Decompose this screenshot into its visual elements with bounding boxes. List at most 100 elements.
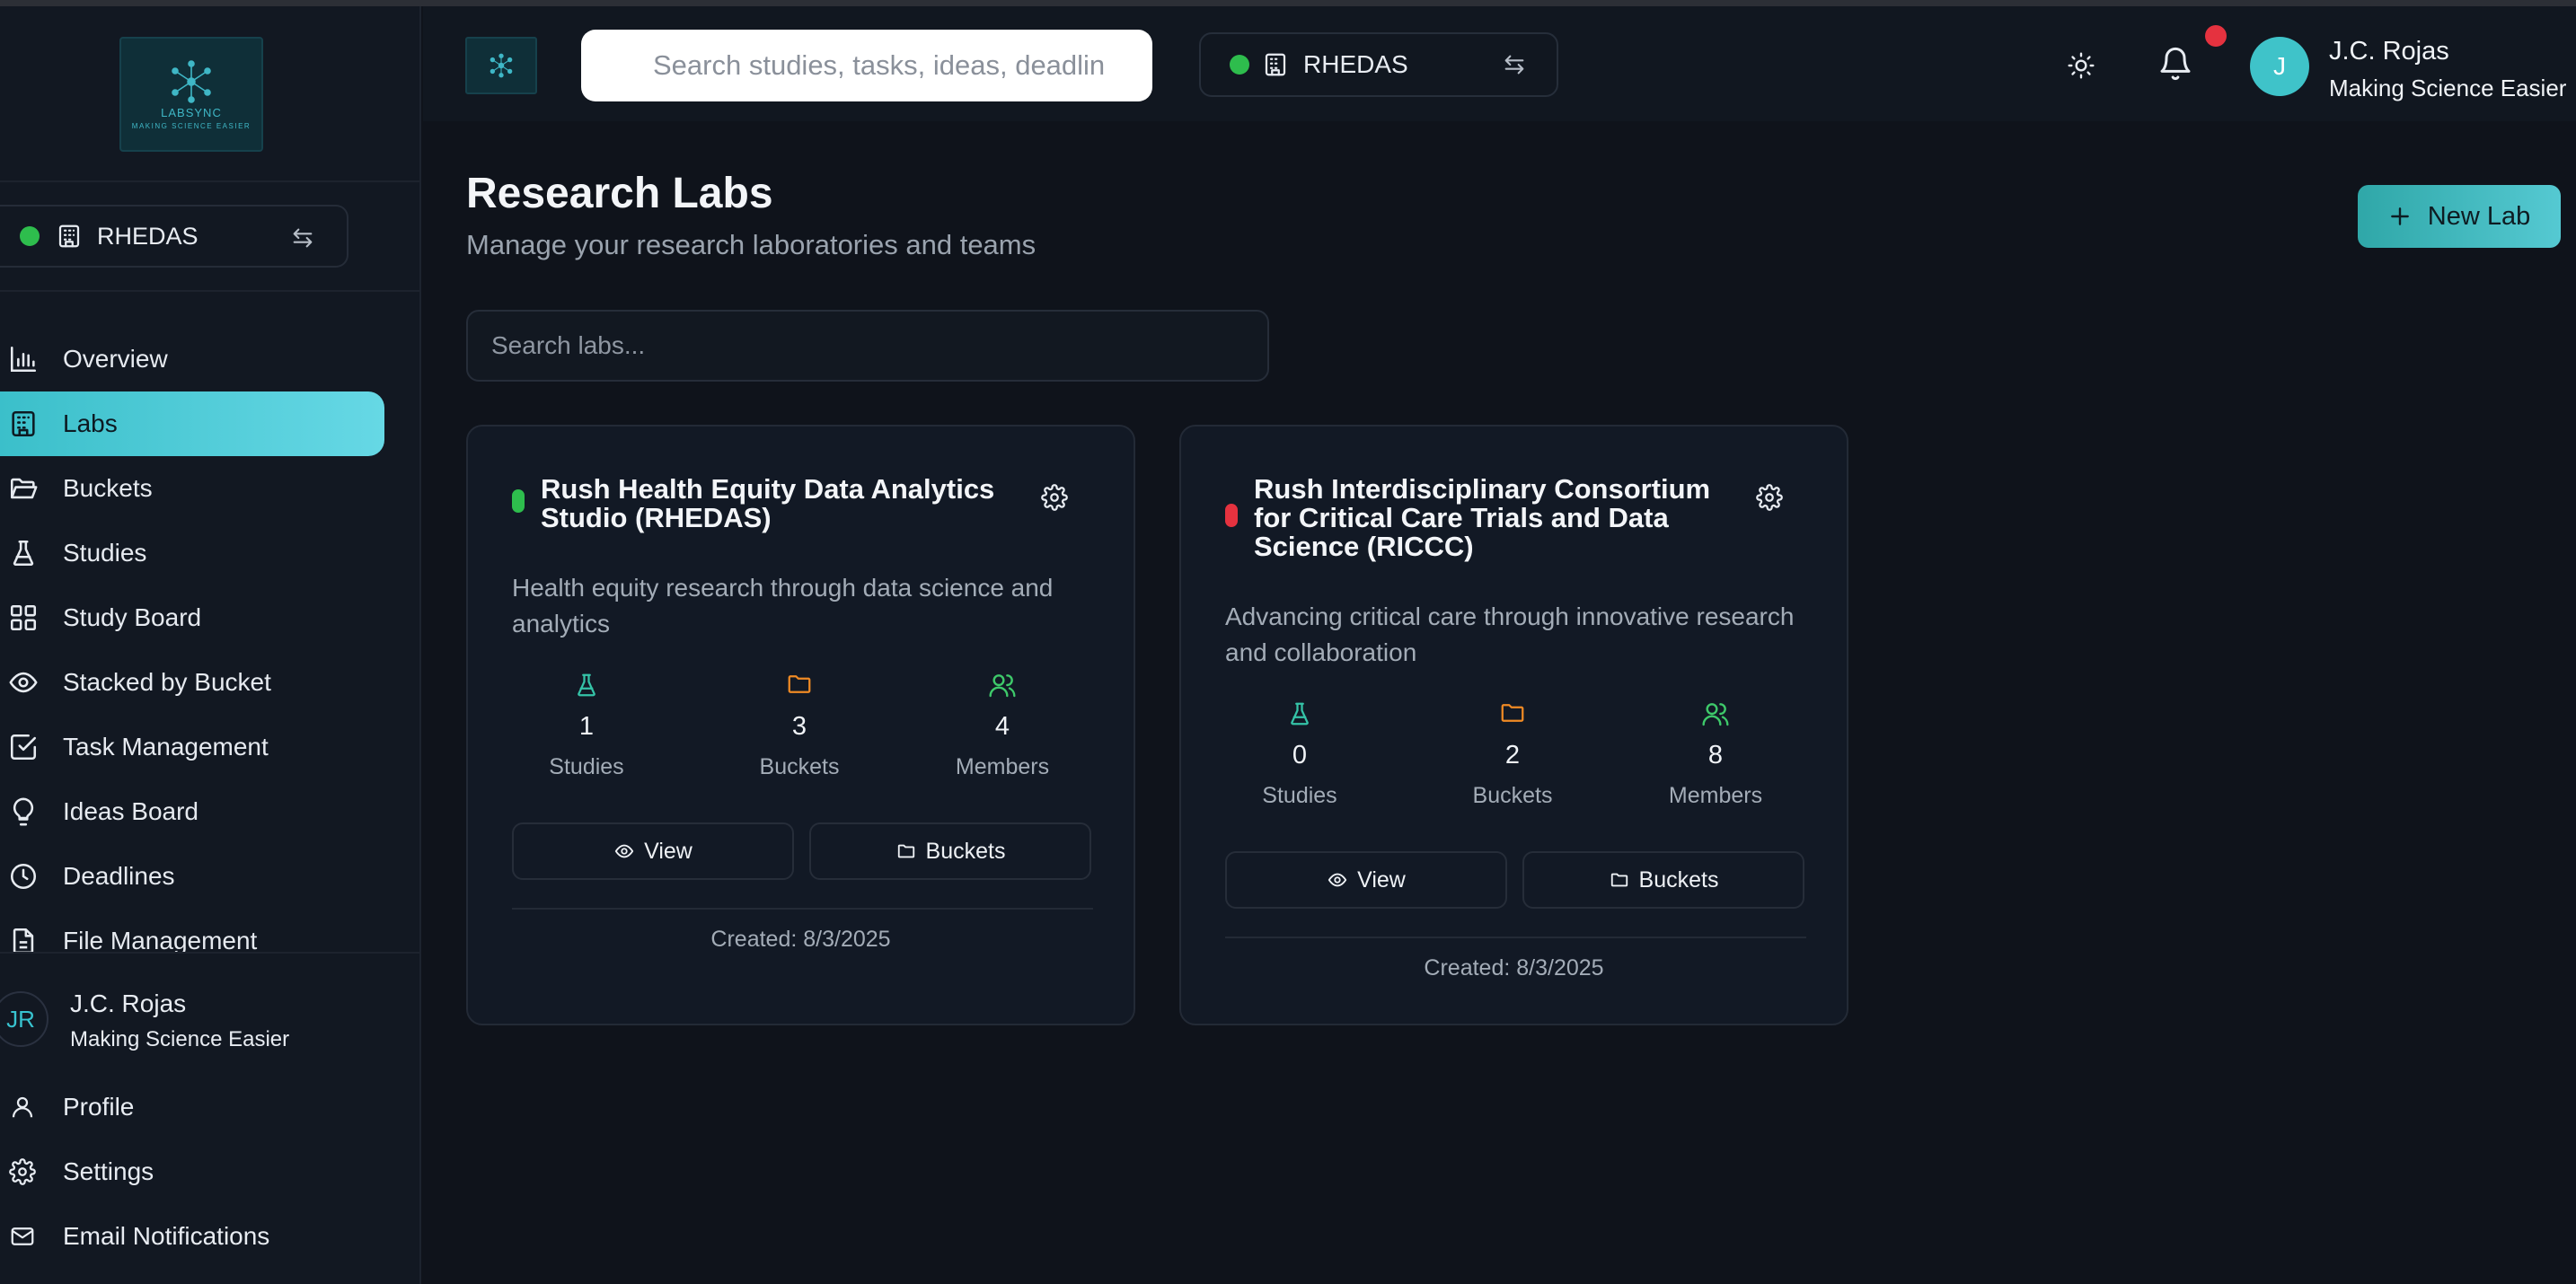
- global-search-input[interactable]: Search studies, tasks, ideas, deadlin: [581, 30, 1152, 101]
- page-subtitle: Manage your research laboratories and te…: [466, 229, 1037, 260]
- sidebar-item-settings[interactable]: Settings: [0, 1145, 421, 1199]
- view-lab-button[interactable]: View: [1225, 851, 1507, 909]
- sidebar: LABSYNC MAKING SCIENCE EASIER RHEDAS Ove…: [0, 6, 421, 1284]
- members-label: Members: [1668, 783, 1763, 808]
- sidebar-item-label: Email Notifications: [63, 1222, 270, 1250]
- lab-created-date: Created: 8/3/2025: [1424, 955, 1604, 981]
- flask-icon: [1291, 702, 1309, 726]
- gear-icon[interactable]: [1041, 484, 1068, 511]
- sidebar-item-studies[interactable]: Studies: [0, 521, 421, 585]
- flask-icon: [578, 673, 595, 697]
- card-divider: [512, 908, 1093, 910]
- sidebar-item-label: Study Board: [63, 603, 202, 631]
- folder-icon: [788, 675, 811, 693]
- sidebar-user[interactable]: JR J.C. Rojas Making Science Easier: [0, 981, 421, 1061]
- sidebar-item-label: Overview: [63, 345, 168, 373]
- new-lab-button[interactable]: New Lab: [2358, 185, 2561, 248]
- sidebar-item-buckets[interactable]: Buckets: [0, 456, 421, 521]
- studies-count: 1: [578, 712, 595, 741]
- mail-icon: [11, 1227, 34, 1245]
- sidebar-item-ideas-board[interactable]: Ideas Board: [0, 779, 421, 844]
- members-count: 4: [994, 712, 1010, 741]
- gear-icon[interactable]: [1756, 484, 1783, 511]
- header-lab-switcher[interactable]: RHEDAS: [1199, 32, 1558, 97]
- sidebar-item-label: Deadlines: [63, 862, 175, 890]
- lightbulb-icon: [5, 794, 41, 830]
- logo-tagline: MAKING SCIENCE EASIER: [131, 122, 251, 130]
- sidebar-divider: [0, 290, 421, 292]
- sidebar-divider: [0, 180, 421, 182]
- lab-buckets-button[interactable]: Buckets: [809, 822, 1091, 880]
- studies-label: Studies: [549, 754, 624, 779]
- folder-icon: [1501, 704, 1524, 722]
- studies-count: 0: [1292, 741, 1308, 770]
- sidebar-item-overview[interactable]: Overview: [0, 327, 421, 391]
- buckets-label: Buckets: [759, 754, 840, 779]
- swap-icon[interactable]: [289, 225, 316, 251]
- lab-card[interactable]: Rush Health Equity Data Analytics Studio…: [466, 425, 1135, 1025]
- lab-status-indicator: [1225, 504, 1238, 527]
- bar-chart-icon: [5, 341, 41, 377]
- top-header: Search studies, tasks, ideas, deadlin RH…: [423, 6, 2576, 121]
- folder-open-icon: [5, 471, 41, 506]
- sidebar-item-deadlines[interactable]: Deadlines: [0, 844, 421, 909]
- window-top-bar: [0, 0, 2576, 6]
- buckets-label: Buckets: [1472, 783, 1553, 808]
- molecule-logo-icon: [172, 60, 211, 103]
- buckets-count: 3: [791, 712, 807, 741]
- sidebar-nav: Overview Labs Buckets Studies Study Boar…: [0, 327, 421, 954]
- sidebar-item-task-management[interactable]: Task Management: [0, 715, 421, 779]
- clock-icon: [5, 858, 41, 894]
- swap-icon[interactable]: [1501, 52, 1528, 77]
- sidebar-item-profile[interactable]: Profile: [0, 1080, 421, 1134]
- sidebar-item-stacked-by-bucket[interactable]: Stacked by Bucket: [0, 650, 421, 715]
- lab-status-dot: [20, 226, 40, 246]
- sidebar-item-label: Stacked by Bucket: [63, 668, 271, 696]
- lab-stat-members: 8 Members: [1635, 699, 1796, 809]
- lab-created-date: Created: 8/3/2025: [710, 927, 891, 952]
- buckets-button-label: Buckets: [925, 838, 1006, 864]
- sidebar-item-label: Labs: [63, 409, 118, 437]
- bell-icon[interactable]: [2157, 44, 2193, 84]
- sidebar-current-lab: RHEDAS: [97, 222, 198, 250]
- header-logo[interactable]: [465, 37, 537, 94]
- buckets-button-label: Buckets: [1638, 866, 1719, 893]
- app-logo[interactable]: LABSYNC MAKING SCIENCE EASIER: [119, 37, 263, 152]
- molecule-logo-icon: [490, 53, 513, 78]
- eye-icon: [1328, 873, 1347, 887]
- notification-badge: [2205, 25, 2227, 47]
- sun-icon[interactable]: [2067, 51, 2095, 80]
- sidebar-item-email-notifications[interactable]: Email Notifications: [0, 1209, 421, 1263]
- gear-icon: [9, 1158, 36, 1185]
- logo-text: LABSYNC: [161, 106, 222, 119]
- avatar[interactable]: J: [2250, 37, 2309, 96]
- lab-card[interactable]: Rush Interdisciplinary Consortium for Cr…: [1179, 425, 1848, 1025]
- lab-buckets-button[interactable]: Buckets: [1522, 851, 1804, 909]
- users-icon: [989, 674, 1016, 698]
- lab-name: Rush Interdisciplinary Consortium for Cr…: [1254, 473, 1711, 562]
- sidebar-item-label: Profile: [63, 1093, 135, 1121]
- sidebar-lab-switcher[interactable]: RHEDAS: [0, 205, 348, 268]
- sidebar-item-label: File Management: [63, 927, 258, 954]
- folder-icon: [897, 844, 914, 858]
- folder-icon: [1610, 873, 1628, 887]
- view-lab-button[interactable]: View: [512, 822, 794, 880]
- grid-icon: [5, 600, 41, 636]
- sidebar-item-label: Ideas Board: [63, 797, 198, 825]
- lab-name: Rush Health Equity Data Analytics Studio…: [541, 473, 995, 533]
- file-icon: [5, 923, 41, 954]
- lab-stat-buckets: 2 Buckets: [1432, 699, 1593, 809]
- check-square-icon: [5, 729, 41, 765]
- sidebar-item-labs[interactable]: Labs: [0, 391, 384, 456]
- eye-icon: [614, 844, 634, 858]
- lab-search-input[interactable]: Search labs...: [466, 310, 1269, 382]
- sidebar-item-label: Task Management: [63, 733, 269, 761]
- header-user-name: J.C. Rojas: [2329, 37, 2449, 66]
- sidebar-user-subtitle: Making Science Easier: [70, 1027, 290, 1051]
- sidebar-divider: [0, 952, 421, 954]
- lab-stat-studies: 0 Studies: [1219, 699, 1381, 809]
- sidebar-item-study-board[interactable]: Study Board: [0, 585, 421, 650]
- view-label: View: [1357, 866, 1406, 893]
- buckets-count: 2: [1504, 741, 1521, 770]
- sidebar-item-file-management[interactable]: File Management: [0, 909, 421, 954]
